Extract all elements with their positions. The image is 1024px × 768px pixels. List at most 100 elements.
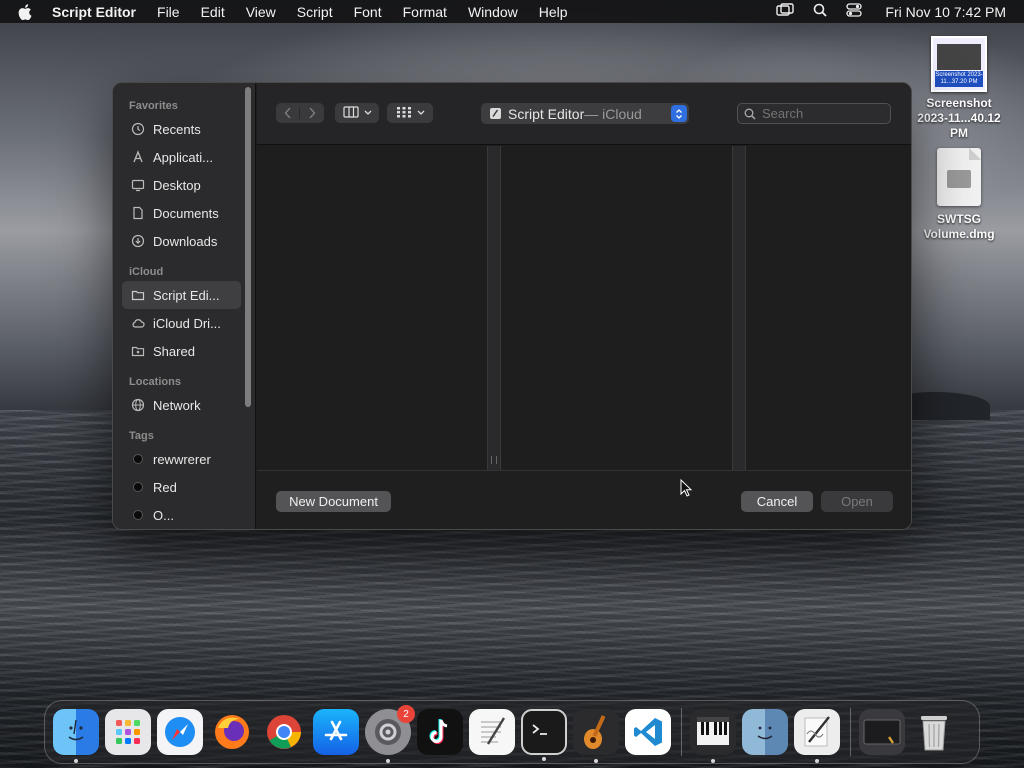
spotlight-search-icon[interactable]	[813, 3, 828, 20]
desktop-dmg-file[interactable]: SWTSG Volume.dmg	[909, 148, 1009, 242]
folder-icon	[131, 288, 145, 302]
sidebar-item-applications[interactable]: Applicati...	[113, 143, 255, 171]
sidebar-item-script-editor[interactable]: Script Edi...	[122, 281, 241, 309]
disk-image-icon	[937, 148, 981, 206]
sidebar-item-icloud-drive[interactable]: iCloud Dri...	[113, 309, 255, 337]
screenshot-label-line1: Screenshot	[926, 96, 992, 110]
vscode-dock-icon[interactable]	[625, 709, 671, 755]
browser-column-1[interactable]	[257, 146, 487, 470]
app-store-dock-icon[interactable]	[313, 709, 359, 755]
menu-view[interactable]: View	[246, 4, 276, 20]
sidebar-header-locations: Locations	[129, 376, 181, 388]
column-resize-handle-2[interactable]	[732, 146, 746, 470]
search-field[interactable]	[737, 103, 891, 124]
menu-format[interactable]: Format	[403, 4, 447, 20]
menu-help[interactable]: Help	[539, 4, 568, 20]
column-resize-handle-1[interactable]	[487, 146, 501, 470]
location-suffix: — iCloud	[584, 105, 642, 122]
menu-font[interactable]: Font	[354, 4, 382, 20]
launchpad-dock-icon[interactable]	[105, 709, 151, 755]
location-popup[interactable]: Script Editor — iCloud	[481, 103, 689, 124]
sidebar-item-documents[interactable]: Documents	[113, 199, 255, 227]
grid-icon	[396, 106, 412, 121]
screenshot-thumbnail: Screenshot 2023-11...37.20 PM	[931, 36, 987, 92]
dmg-label-line1: SWTSG	[937, 212, 981, 226]
group-by-button[interactable]	[387, 103, 433, 123]
open-file-dialog: Favorites Recents Applicati... Desktop D…	[112, 82, 912, 530]
menu-clock[interactable]: Fri Nov 10 7:42 PM	[885, 4, 1006, 20]
search-icon	[744, 108, 756, 120]
firefox-dock-icon[interactable]	[209, 709, 255, 755]
cancel-button[interactable]: Cancel	[741, 491, 813, 512]
terminal-dock-icon[interactable]	[521, 709, 567, 761]
screenshot-label-line2: 2023-11...40.12 PM	[917, 111, 1001, 140]
sidebar-item-desktop[interactable]: Desktop	[113, 171, 255, 199]
sidebar-item-recents[interactable]: Recents	[113, 115, 255, 143]
menu-edit[interactable]: Edit	[201, 4, 225, 20]
browser-column-2[interactable]	[501, 146, 732, 470]
sidebar-item-shared[interactable]: Shared	[113, 337, 255, 365]
textedit-dock-icon[interactable]	[469, 709, 515, 755]
control-center-icon[interactable]	[846, 3, 863, 20]
sidebar-item-label: rewwrerer	[153, 451, 211, 467]
menu-file[interactable]: File	[157, 4, 180, 20]
sidebar-item-tag-partial[interactable]: O...	[113, 501, 255, 529]
trash-dock-icon[interactable]	[911, 709, 957, 755]
tiktok-dock-icon[interactable]	[417, 709, 463, 755]
running-indicator	[815, 759, 819, 763]
running-indicator	[386, 759, 390, 763]
recent-window-dock-icon[interactable]	[859, 709, 905, 755]
system-settings-dock-icon[interactable]: 2	[365, 705, 415, 763]
shared-folder-icon	[131, 344, 145, 358]
dialog-sidebar: Favorites Recents Applicati... Desktop D…	[113, 83, 256, 529]
chrome-dock-icon[interactable]	[261, 709, 307, 755]
location-name: Script Editor	[508, 105, 585, 122]
chevron-left-icon[interactable]	[276, 107, 300, 119]
screen-mirroring-icon[interactable]	[776, 3, 795, 20]
search-input[interactable]	[762, 106, 882, 121]
running-indicator	[542, 757, 546, 761]
sidebar-header-favorites: Favorites	[129, 100, 178, 112]
script-editor-dock-icon[interactable]	[794, 709, 840, 763]
chevron-right-icon[interactable]	[300, 107, 324, 119]
open-button[interactable]: Open	[821, 491, 893, 512]
garageband-dock-icon[interactable]	[573, 709, 619, 763]
dock-separator	[681, 708, 682, 756]
finder-dock-icon[interactable]	[53, 709, 99, 763]
new-document-button[interactable]: New Document	[276, 491, 391, 512]
sidebar-scrollbar[interactable]	[245, 87, 251, 407]
dialog-footer: New Document Cancel Open	[257, 470, 911, 529]
sidebar-header-tags: Tags	[129, 430, 154, 442]
running-indicator	[594, 759, 598, 763]
finder-alt-dock-icon[interactable]	[742, 709, 788, 755]
menu-window[interactable]: Window	[468, 4, 518, 20]
chevron-down-icon	[364, 107, 372, 119]
chevron-down-icon	[417, 107, 425, 119]
safari-dock-icon[interactable]	[157, 709, 203, 755]
document-icon	[131, 206, 145, 220]
sidebar-item-tag-red[interactable]: Red	[113, 473, 255, 501]
screenshot-thumb-tag: Screenshot 2023-11...37.20 PM	[935, 71, 983, 87]
sidebar-item-downloads[interactable]: Downloads	[113, 227, 255, 255]
menu-script[interactable]: Script	[297, 4, 333, 20]
notification-badge: 2	[397, 705, 415, 723]
desktop-screenshot-file[interactable]: Screenshot 2023-11...37.20 PM Screenshot…	[909, 36, 1009, 141]
apple-menu-icon[interactable]	[18, 3, 36, 20]
applications-icon	[131, 150, 145, 164]
cloud-icon	[131, 316, 145, 330]
piano-app-dock-icon[interactable]	[690, 709, 736, 763]
sidebar-item-network[interactable]: Network	[113, 391, 255, 419]
sidebar-item-label: Script Edi...	[153, 287, 220, 303]
menu-app-name[interactable]: Script Editor	[52, 4, 136, 20]
running-indicator	[74, 759, 78, 763]
sidebar-item-label: Red	[153, 479, 177, 495]
sidebar-item-label: iCloud Dri...	[153, 315, 221, 331]
sidebar-item-label: Shared	[153, 343, 195, 359]
browser-column-3[interactable]	[746, 146, 911, 470]
dialog-toolbar: Script Editor — iCloud	[257, 83, 911, 145]
back-forward-buttons[interactable]	[276, 103, 324, 123]
column-view-icon	[342, 105, 359, 121]
view-mode-button[interactable]	[335, 103, 379, 123]
sidebar-item-label: Desktop	[153, 177, 201, 193]
sidebar-item-tag-rewwrerer[interactable]: rewwrerer	[113, 445, 255, 473]
